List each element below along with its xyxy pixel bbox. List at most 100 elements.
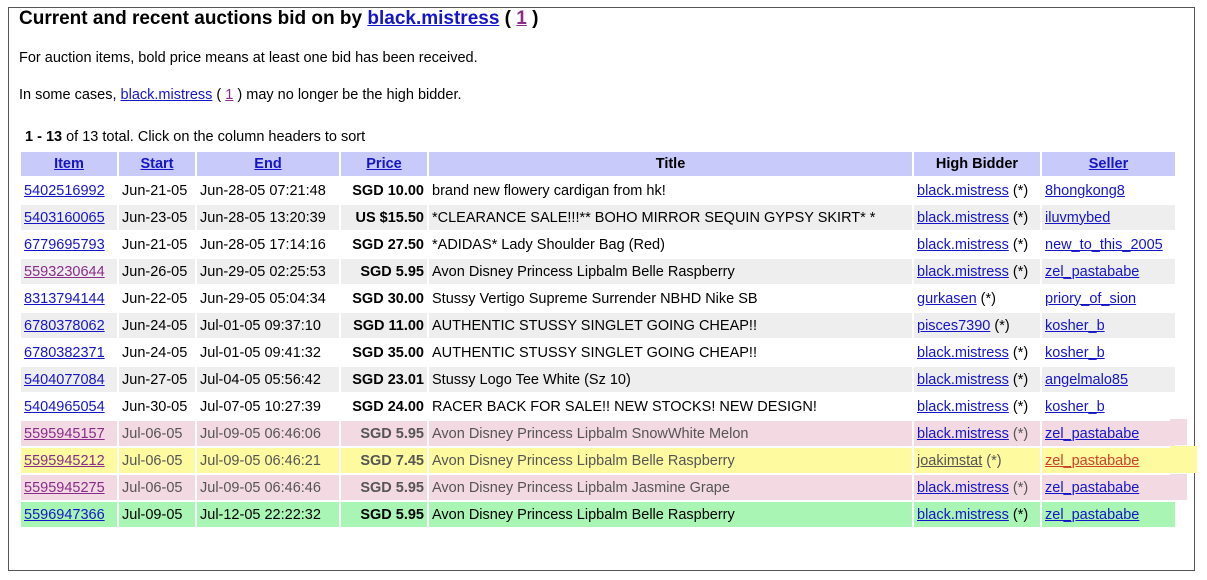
seller-cell: kosher_b <box>1042 313 1175 338</box>
column-header-start[interactable]: Start <box>119 152 195 176</box>
item-link[interactable]: 5402516992 <box>24 183 105 199</box>
seller-link[interactable]: angelmalo85 <box>1045 372 1128 388</box>
title-cell: *ADIDAS* Lady Shoulder Bag (Red) <box>429 232 912 257</box>
bidder-suffix: (*) <box>1008 236 1029 253</box>
seller-link[interactable]: priory_of_sion <box>1045 291 1136 307</box>
seller-cell: angelmalo85 <box>1042 367 1175 392</box>
item-cell: 5595945212 <box>21 448 117 473</box>
bidder-link[interactable]: gurkasen <box>917 291 977 307</box>
seller-link[interactable]: zel_pastababe <box>1045 426 1139 442</box>
column-header-seller[interactable]: Seller <box>1042 152 1175 176</box>
item-link[interactable]: 8313794144 <box>24 291 105 307</box>
column-header-price[interactable]: Price <box>341 152 427 176</box>
seller-cell: kosher_b <box>1042 340 1175 365</box>
item-link[interactable]: 5595945275 <box>24 480 105 496</box>
bidder-cell: pisces7390 (*) <box>914 313 1040 338</box>
seller-link[interactable]: zel_pastababe <box>1045 480 1139 496</box>
bidder-link[interactable]: black.mistress <box>917 183 1009 199</box>
start-cell: Jun-22-05 <box>119 286 195 311</box>
bidder-link[interactable]: black.mistress <box>917 480 1009 496</box>
title-text: Current and recent auctions bid on by <box>19 8 368 29</box>
item-link[interactable]: 5596947366 <box>24 507 105 523</box>
table-row: 5402516992 Jun-21-05 Jun-28-05 07:21:48 … <box>21 178 1175 203</box>
item-link[interactable]: 5403160065 <box>24 210 105 226</box>
sort-item-link[interactable]: Item <box>54 156 84 172</box>
table-row: 6780378062 Jun-24-05 Jul-01-05 09:37:10 … <box>21 313 1175 338</box>
table-row: 5404965054 Jun-30-05 Jul-07-05 10:27:39 … <box>21 394 1175 419</box>
bidder-cell: black.mistress (*) <box>914 394 1040 419</box>
item-link[interactable]: 5595945212 <box>24 453 105 469</box>
start-cell: Jun-24-05 <box>119 340 195 365</box>
bidder-link[interactable]: black.mistress <box>917 237 1009 253</box>
bidder-cell: black.mistress (*) <box>914 259 1040 284</box>
item-cell: 5593230644 <box>21 259 117 284</box>
end-cell: Jul-09-05 06:46:21 <box>197 448 339 473</box>
item-link[interactable]: 5404965054 <box>24 399 105 415</box>
item-cell: 5404965054 <box>21 394 117 419</box>
sort-seller-link[interactable]: Seller <box>1089 156 1129 172</box>
end-cell: Jun-29-05 05:04:34 <box>197 286 339 311</box>
bidder-link[interactable]: black.mistress <box>917 507 1009 523</box>
title-cell: Avon Disney Princess Lipbalm Belle Raspb… <box>429 502 912 527</box>
bidder-suffix: (*) <box>1008 182 1029 199</box>
item-cell: 5403160065 <box>21 205 117 230</box>
feedback-link[interactable]: 1 <box>516 8 527 29</box>
table-row: 5595945212 Jul-06-05 Jul-09-05 06:46:21 … <box>21 448 1175 473</box>
bidder-suffix: (*) <box>1008 209 1029 226</box>
bidder-link[interactable]: joakimstat <box>917 453 982 469</box>
item-link[interactable]: 6780378062 <box>24 318 105 334</box>
table-row: 5595945157 Jul-06-05 Jul-09-05 06:46:06 … <box>21 421 1175 446</box>
item-link[interactable]: 5595945157 <box>24 426 105 442</box>
bidder-link[interactable]: black.mistress <box>917 426 1009 442</box>
seller-link[interactable]: zel_pastababe <box>1045 507 1139 523</box>
seller-link[interactable]: 8hongkong8 <box>1045 183 1125 199</box>
table-row: 5593230644 Jun-26-05 Jun-29-05 02:25:53 … <box>21 259 1175 284</box>
bidder-link[interactable]: black.mistress <box>917 372 1009 388</box>
start-cell: Jun-23-05 <box>119 205 195 230</box>
paren-close: ) <box>526 8 539 29</box>
bidder-link[interactable]: black.mistress <box>917 345 1009 361</box>
end-cell: Jun-28-05 13:20:39 <box>197 205 339 230</box>
end-cell: Jul-09-05 06:46:06 <box>197 421 339 446</box>
title-cell: brand new flowery cardigan from hk! <box>429 178 912 203</box>
bidder-link[interactable]: black.mistress <box>917 399 1009 415</box>
high-bidder-note: In some cases, black.mistress ( 1 ) may … <box>19 87 462 103</box>
result-text: of 13 total. Click on the column headers… <box>62 129 366 145</box>
end-cell: Jul-09-05 06:46:46 <box>197 475 339 500</box>
seller-link[interactable]: zel_pastababe <box>1045 264 1139 280</box>
seller-link[interactable]: iluvmybed <box>1045 210 1110 226</box>
table-header-row: Item Start End Price Title High Bidder S… <box>21 152 1175 176</box>
sort-price-link[interactable]: Price <box>366 156 401 172</box>
bidder-cell: black.mistress (*) <box>914 232 1040 257</box>
bidder-cell: black.mistress (*) <box>914 367 1040 392</box>
price-cell: SGD 5.95 <box>341 502 427 527</box>
bidder-cell: black.mistress (*) <box>914 205 1040 230</box>
bidder-link[interactable]: black.mistress <box>917 264 1009 280</box>
user-link[interactable]: black.mistress <box>367 8 499 29</box>
seller-link[interactable]: new_to_this_2005 <box>1045 237 1163 253</box>
title-cell: Stussy Logo Tee White (Sz 10) <box>429 367 912 392</box>
seller-link[interactable]: kosher_b <box>1045 399 1105 415</box>
title-cell: Stussy Vertigo Supreme Surrender NBHD Ni… <box>429 286 912 311</box>
seller-cell: priory_of_sion <box>1042 286 1175 311</box>
price-cell: SGD 30.00 <box>341 286 427 311</box>
bidder-link[interactable]: pisces7390 <box>917 318 990 334</box>
item-link[interactable]: 5593230644 <box>24 264 105 280</box>
bidder-link[interactable]: black.mistress <box>917 210 1009 226</box>
note-user-link[interactable]: black.mistress <box>121 87 213 103</box>
table-row: 6780382371 Jun-24-05 Jul-01-05 09:41:32 … <box>21 340 1175 365</box>
sort-start-link[interactable]: Start <box>140 156 173 172</box>
table-row: 5404077084 Jun-27-05 Jul-04-05 05:56:42 … <box>21 367 1175 392</box>
item-link[interactable]: 5404077084 <box>24 372 105 388</box>
item-link[interactable]: 6779695793 <box>24 237 105 253</box>
sort-end-link[interactable]: End <box>254 156 281 172</box>
start-cell: Jul-06-05 <box>119 475 195 500</box>
seller-link[interactable]: zel_pastababe <box>1045 453 1139 469</box>
column-header-item[interactable]: Item <box>21 152 117 176</box>
column-header-end[interactable]: End <box>197 152 339 176</box>
seller-link[interactable]: kosher_b <box>1045 318 1105 334</box>
seller-cell: new_to_this_2005 <box>1042 232 1175 257</box>
seller-link[interactable]: kosher_b <box>1045 345 1105 361</box>
item-link[interactable]: 6780382371 <box>24 345 105 361</box>
start-cell: Jun-27-05 <box>119 367 195 392</box>
